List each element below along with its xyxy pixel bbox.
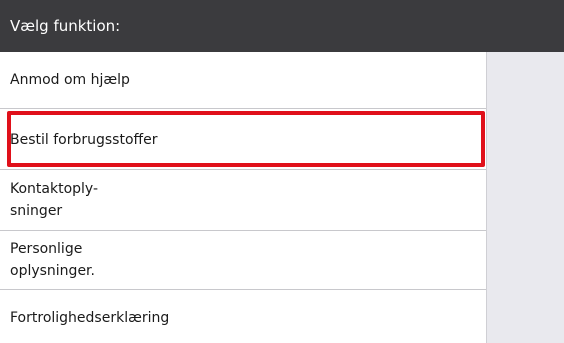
screen-header: Vælg funktion: (0, 0, 564, 52)
menu-item-label-line-2: sninger (10, 203, 63, 219)
header-title: Vælg funktion: (10, 17, 121, 35)
menu-item-contact-information[interactable]: Kontaktoply- sninger (0, 172, 486, 228)
menu-divider (0, 169, 486, 170)
menu-item-label: Bestil forbrugsstoffer (10, 132, 158, 148)
menu-item-label: Anmod om hjælp (10, 72, 130, 88)
menu-item-personal-information[interactable]: Personlige oplysninger. (0, 233, 486, 287)
menu-item-label-line-2: oplysninger. (10, 263, 95, 279)
menu-item-label-line-1: Personlige (10, 241, 83, 257)
menu-item-request-help[interactable]: Anmod om hjælp (0, 52, 486, 108)
menu-item-order-supplies[interactable]: Bestil forbrugsstoffer (0, 113, 486, 167)
menu-divider (0, 108, 486, 109)
menu-divider (0, 230, 486, 231)
side-panel (486, 52, 564, 343)
menu-divider (0, 289, 486, 290)
menu-item-label-line-1: Kontaktoply- (10, 181, 99, 197)
menu-item-label: Fortrolighedserklæring (10, 309, 170, 326)
menu-item-privacy-statement[interactable]: Fortrolighedserklæring (0, 292, 486, 343)
